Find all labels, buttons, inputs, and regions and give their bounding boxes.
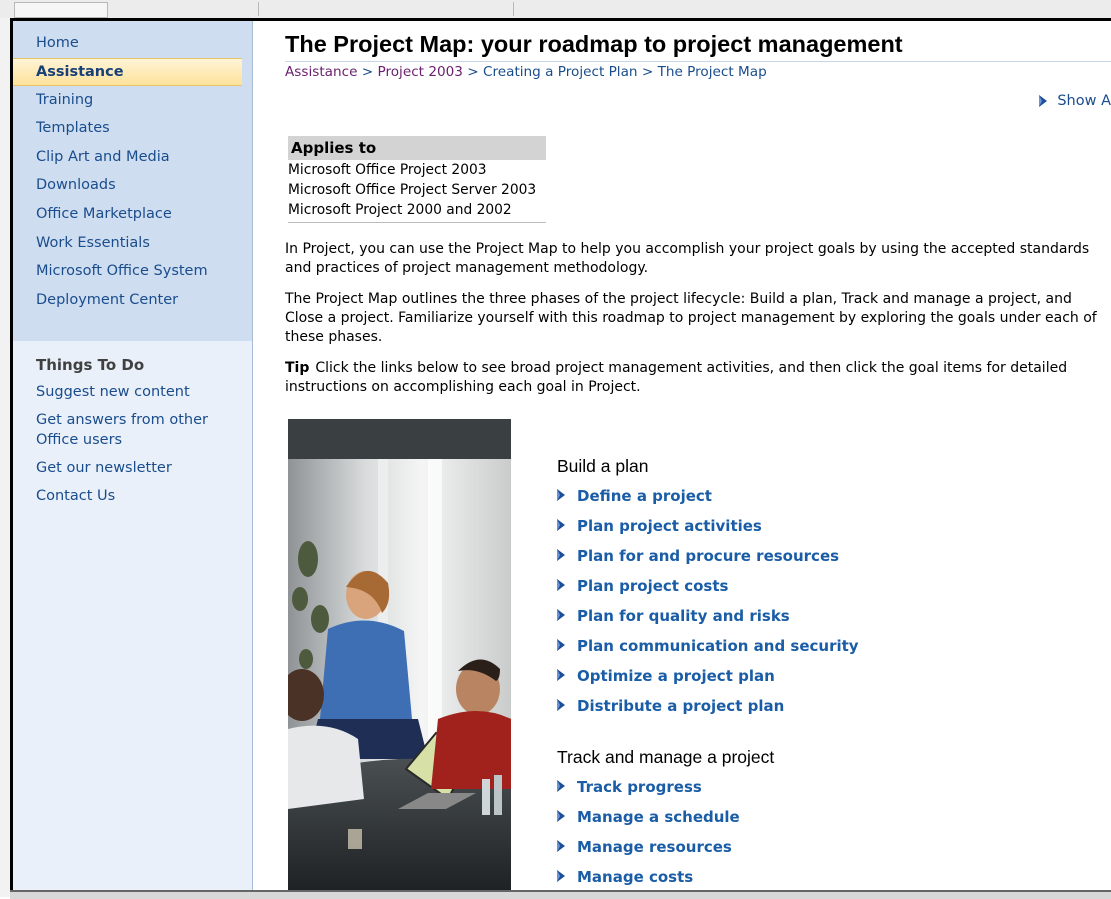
window-top-bar	[0, 0, 1111, 21]
goal-sections: Build a plan Define a project Plan proje…	[557, 456, 1087, 896]
team-meeting-photo	[288, 419, 511, 890]
left-sidebar: Home Assistance Training Templates Clip …	[13, 21, 253, 890]
applies-to-box: Applies to Microsoft Office Project 2003…	[288, 136, 546, 223]
breadcrumb-creating-plan[interactable]: Creating a Project Plan	[483, 64, 638, 80]
goal-arrow-icon	[557, 840, 565, 852]
goal-link[interactable]: Manage a schedule	[557, 806, 1087, 836]
goal-arrow-icon	[557, 780, 565, 792]
applies-to-heading: Applies to	[288, 136, 546, 160]
show-all-label: Show A	[1057, 93, 1111, 109]
tip-label: Tip	[285, 360, 310, 376]
goal-arrow-icon	[557, 609, 565, 621]
goal-arrow-icon	[557, 639, 565, 651]
window-left-border	[0, 18, 13, 897]
expand-arrow-icon	[1039, 95, 1048, 107]
goal-link-label: Optimize a project plan	[577, 667, 775, 685]
breadcrumb-separator: >	[467, 64, 479, 80]
breadcrumb: Assistance > Project 2003 > Creating a P…	[285, 64, 1111, 80]
goal-link-label: Distribute a project plan	[577, 697, 785, 715]
things-to-do-list: Suggest new content Get answers from oth…	[13, 380, 252, 508]
things-to-do-panel: Things To Do Suggest new content Get ans…	[13, 341, 252, 890]
breadcrumb-project-map[interactable]: The Project Map	[658, 64, 767, 80]
goal-link-label: Track progress	[577, 778, 702, 796]
goal-link[interactable]: Track progress	[557, 776, 1087, 806]
applies-to-item: Microsoft Office Project 2003	[288, 162, 487, 178]
goal-link[interactable]: Plan project costs	[557, 575, 1087, 605]
newsletter-link[interactable]: Get our newsletter	[13, 456, 252, 480]
goal-arrow-icon	[557, 489, 565, 501]
window-tab[interactable]	[258, 2, 514, 16]
sidebar-item-downloads[interactable]: Downloads	[13, 171, 252, 200]
sidebar-item-deployment-center[interactable]: Deployment Center	[13, 286, 252, 315]
goal-arrow-icon	[557, 549, 565, 561]
phases-paragraph: The Project Map outlines the three phase…	[285, 291, 1097, 345]
section-heading: Track and manage a project	[557, 747, 775, 767]
breadcrumb-separator: >	[361, 64, 374, 80]
goal-link[interactable]: Distribute a project plan	[557, 695, 1087, 725]
title-divider	[285, 61, 1111, 62]
contact-us-link[interactable]: Contact Us	[13, 484, 252, 508]
goal-link[interactable]: Manage resources	[557, 836, 1087, 866]
goal-link[interactable]: Plan for and procure resources	[557, 545, 1087, 575]
goal-link[interactable]: Define a project	[557, 485, 1087, 515]
sidebar-nav: Home Assistance Training Templates Clip …	[13, 21, 252, 314]
window-bottom-border	[10, 890, 1111, 899]
goal-link-label: Plan for quality and risks	[577, 607, 790, 625]
tip-paragraph: Tip Click the links below to see broad pr…	[285, 359, 1107, 397]
goal-link-label: Define a project	[577, 487, 712, 505]
sidebar-item-office-marketplace[interactable]: Office Marketplace	[13, 200, 252, 229]
section-heading: Build a plan	[557, 456, 649, 476]
goal-link-label: Plan communication and security	[577, 637, 859, 655]
sidebar-item-home[interactable]: Home	[13, 29, 252, 58]
applies-to-item: Microsoft Office Project Server 2003	[288, 182, 537, 198]
show-all-link[interactable]: Show A	[1039, 93, 1111, 109]
applies-to-divider	[288, 222, 546, 223]
track-manage-section: Track and manage a project Track progres…	[557, 747, 1087, 896]
page-title: The Project Map: your roadmap to project…	[285, 31, 903, 57]
goal-link[interactable]: Optimize a project plan	[557, 665, 1087, 695]
sidebar-item-clip-art[interactable]: Clip Art and Media	[13, 143, 252, 172]
things-to-do-heading: Things To Do	[36, 356, 145, 374]
goal-arrow-icon	[557, 699, 565, 711]
goal-arrow-icon	[557, 810, 565, 822]
intro-paragraph: In Project, you can use the Project Map …	[285, 241, 1090, 276]
sidebar-item-training[interactable]: Training	[13, 86, 252, 115]
build-plan-section: Build a plan Define a project Plan proje…	[557, 456, 1087, 725]
tip-text: Click the links below to see broad proje…	[285, 360, 1068, 395]
goal-arrow-icon	[557, 519, 565, 531]
goal-link-label: Plan project activities	[577, 517, 762, 535]
sidebar-item-assistance[interactable]: Assistance	[13, 57, 242, 86]
suggest-content-link[interactable]: Suggest new content	[13, 380, 252, 404]
goal-arrow-icon	[557, 579, 565, 591]
sidebar-item-work-essentials[interactable]: Work Essentials	[13, 229, 252, 258]
goal-link[interactable]: Plan communication and security	[557, 635, 1087, 665]
goal-link-label: Manage a schedule	[577, 808, 740, 826]
goal-link-label: Manage resources	[577, 838, 732, 856]
goal-link[interactable]: Plan for quality and risks	[557, 605, 1087, 635]
sidebar-item-office-system[interactable]: Microsoft Office System	[13, 257, 252, 286]
breadcrumb-project-2003[interactable]: Project 2003	[377, 64, 462, 80]
breadcrumb-assistance[interactable]: Assistance	[285, 64, 357, 80]
goal-link-label: Plan project costs	[577, 577, 729, 595]
goal-arrow-icon	[557, 669, 565, 681]
get-answers-link[interactable]: Get answers from other Office users	[13, 408, 252, 452]
main-content: The Project Map: your roadmap to project…	[285, 21, 1111, 395]
goal-arrow-icon	[557, 870, 565, 882]
sidebar-item-templates[interactable]: Templates	[13, 114, 252, 143]
goal-link-label: Plan for and procure resources	[577, 547, 840, 565]
applies-to-item: Microsoft Project 2000 and 2002	[288, 202, 512, 218]
breadcrumb-separator: >	[641, 64, 654, 80]
window-tab[interactable]	[14, 2, 108, 18]
goal-link-label: Manage costs	[577, 868, 694, 886]
goal-link[interactable]: Plan project activities	[557, 515, 1087, 545]
